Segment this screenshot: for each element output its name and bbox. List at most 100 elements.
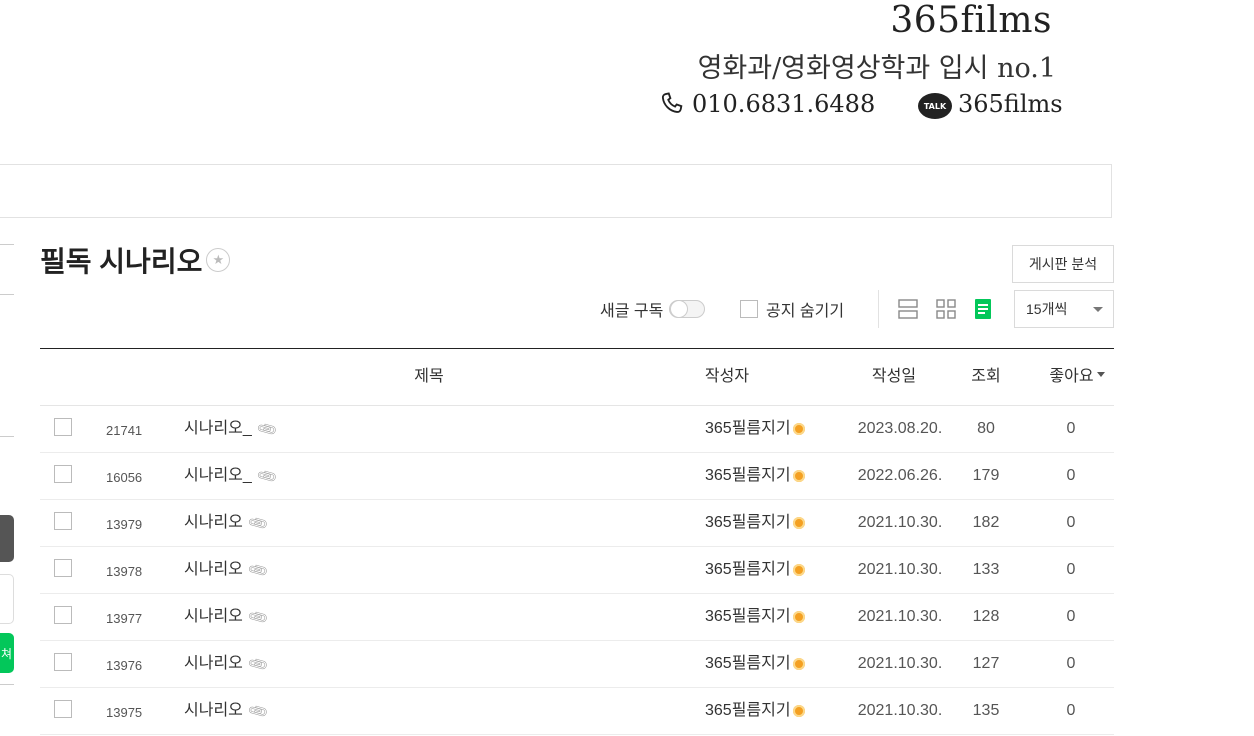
kakao-talk-icon: TALK: [918, 93, 952, 119]
column-author: 작성자: [704, 368, 750, 385]
article-title-link[interactable]: 시나리오: [184, 500, 243, 546]
brand-name: 365films: [890, 0, 1052, 41]
manager-badge-icon: [792, 470, 805, 482]
subscribe-toggle[interactable]: 새글 구독: [600, 290, 706, 328]
phone-number: 010.6831.6488: [692, 90, 876, 118]
brand-tagline: 영화과/영화영상학과 입시 no.1: [697, 53, 1056, 84]
kakao-id: 365films: [958, 90, 1063, 118]
article-likes: 0: [1066, 561, 1076, 578]
sidebar-white-button[interactable]: [0, 574, 14, 624]
row-checkbox[interactable]: [54, 653, 72, 671]
article-views: 179: [972, 467, 1000, 484]
contact-row: 010.6831.6488 TALK 365films: [658, 90, 1078, 124]
attachment-clip-icon: 📎︎: [246, 605, 270, 629]
article-likes: 0: [1066, 608, 1076, 625]
sidebar-divider: [0, 684, 14, 685]
hide-notice-option[interactable]: 공지 숨기기: [740, 290, 844, 328]
article-title-link[interactable]: 시나리오: [184, 547, 243, 593]
author-link[interactable]: 365필름지기: [705, 453, 791, 499]
subscribe-switch[interactable]: [669, 300, 706, 318]
column-likes-sort[interactable]: 좋아요: [1040, 349, 1114, 405]
article-likes: 0: [1066, 655, 1076, 672]
attachment-clip-icon: 📎︎: [246, 699, 270, 723]
row-checkbox[interactable]: [54, 418, 72, 436]
author-link[interactable]: 365필름지기: [705, 641, 791, 687]
author-link[interactable]: 365필름지기: [705, 547, 791, 593]
article-likes: 0: [1066, 467, 1076, 484]
row-checkbox[interactable]: [54, 512, 72, 530]
article-views: 127: [972, 655, 1000, 672]
column-title: 제목: [414, 368, 444, 385]
article-number: 13977: [106, 611, 143, 626]
attachment-clip-icon: 📎︎: [246, 652, 270, 676]
article-row: 13978 시나리오 📎︎ 365필름지기 2021.10.30. 133 0: [40, 547, 1114, 594]
table-header: 제목 작성자 작성일 조회 좋아요: [40, 349, 1114, 406]
article-date: 2021.10.30.: [857, 608, 943, 625]
author-link[interactable]: 365필름지기: [705, 688, 791, 734]
attachment-clip-icon: 📎︎: [246, 558, 270, 582]
article-views: 133: [972, 561, 1000, 578]
row-checkbox[interactable]: [54, 606, 72, 624]
article-date: 2021.10.30.: [857, 561, 943, 578]
row-checkbox[interactable]: [54, 559, 72, 577]
author-link[interactable]: 365필름지기: [705, 594, 791, 640]
manager-badge-icon: [792, 564, 805, 576]
list-view-icon[interactable]: [897, 298, 919, 320]
article-date: 2021.10.30.: [857, 702, 943, 719]
kakao-contact: TALK 365films: [918, 90, 1063, 119]
column-views: 조회: [971, 368, 1001, 385]
article-number: 13976: [106, 658, 143, 673]
article-number: 16056: [106, 470, 143, 485]
article-title-link[interactable]: 시나리오: [184, 641, 243, 687]
article-views: 135: [972, 702, 1000, 719]
article-title-link[interactable]: 시나리오: [184, 688, 243, 734]
column-date: 작성일: [871, 368, 917, 385]
article-likes: 0: [1066, 514, 1076, 531]
toolbar-divider: [878, 290, 879, 328]
article-row: 13975 시나리오 📎︎ 365필름지기 2021.10.30. 135 0: [40, 688, 1114, 735]
article-title-link[interactable]: 시나리오_: [184, 406, 252, 452]
manager-badge-icon: [792, 705, 805, 717]
article-likes: 0: [1066, 420, 1076, 437]
article-date: 2021.10.30.: [857, 514, 943, 531]
manager-badge-icon: [792, 611, 805, 623]
sidebar-divider: [0, 436, 14, 437]
article-views: 182: [972, 514, 1000, 531]
article-date: 2023.08.20.: [857, 420, 943, 437]
favorite-star-icon[interactable]: ★: [206, 248, 231, 272]
article-number: 13978: [106, 564, 143, 579]
manager-badge-icon: [792, 658, 805, 670]
hide-notice-checkbox[interactable]: [740, 300, 758, 318]
board-analysis-button[interactable]: 게시판 분석: [1012, 245, 1114, 283]
article-row: 21741 시나리오_ 📎︎ 365필름지기 2023.08.20. 80 0: [40, 406, 1114, 453]
article-views: 80: [977, 420, 995, 437]
sidebar-green-button-label: 쳐: [0, 646, 12, 661]
row-checkbox[interactable]: [54, 700, 72, 718]
article-row: 16056 시나리오_ 📎︎ 365필름지기 2022.06.26. 179 0: [40, 453, 1114, 500]
article-row: 13976 시나리오 📎︎ 365필름지기 2021.10.30. 127 0: [40, 641, 1114, 688]
card-view-icon[interactable]: [935, 298, 957, 320]
column-likes: 좋아요: [1049, 368, 1094, 385]
phone-contact: 010.6831.6488: [658, 90, 875, 118]
attachment-clip-icon: 📎︎: [254, 417, 279, 441]
sort-caret-icon: [1096, 372, 1105, 378]
board-title-text: 필독 시나리오: [40, 246, 203, 277]
sidebar-green-button[interactable]: 쳐: [0, 633, 14, 673]
attachment-clip-icon: 📎︎: [254, 464, 279, 488]
article-views: 128: [972, 608, 1000, 625]
author-link[interactable]: 365필름지기: [705, 500, 791, 546]
author-link[interactable]: 365필름지기: [705, 406, 791, 452]
per-page-select[interactable]: 15개씩: [1014, 290, 1114, 328]
per-page-value: 15개씩: [1026, 301, 1068, 317]
article-row: 13979 시나리오 📎︎ 365필름지기 2021.10.30. 182 0: [40, 500, 1114, 547]
blog-view-icon[interactable]: [972, 298, 994, 320]
toggle-knob: [670, 300, 689, 318]
sidebar-dark-button[interactable]: [0, 515, 14, 562]
manager-badge-icon: [792, 423, 805, 435]
row-checkbox[interactable]: [54, 465, 72, 483]
article-number: 13975: [106, 705, 143, 720]
article-title-link[interactable]: 시나리오_: [184, 453, 252, 499]
sidebar-divider: [0, 244, 14, 245]
article-title-link[interactable]: 시나리오: [184, 594, 243, 640]
article-number: 21741: [106, 423, 143, 438]
